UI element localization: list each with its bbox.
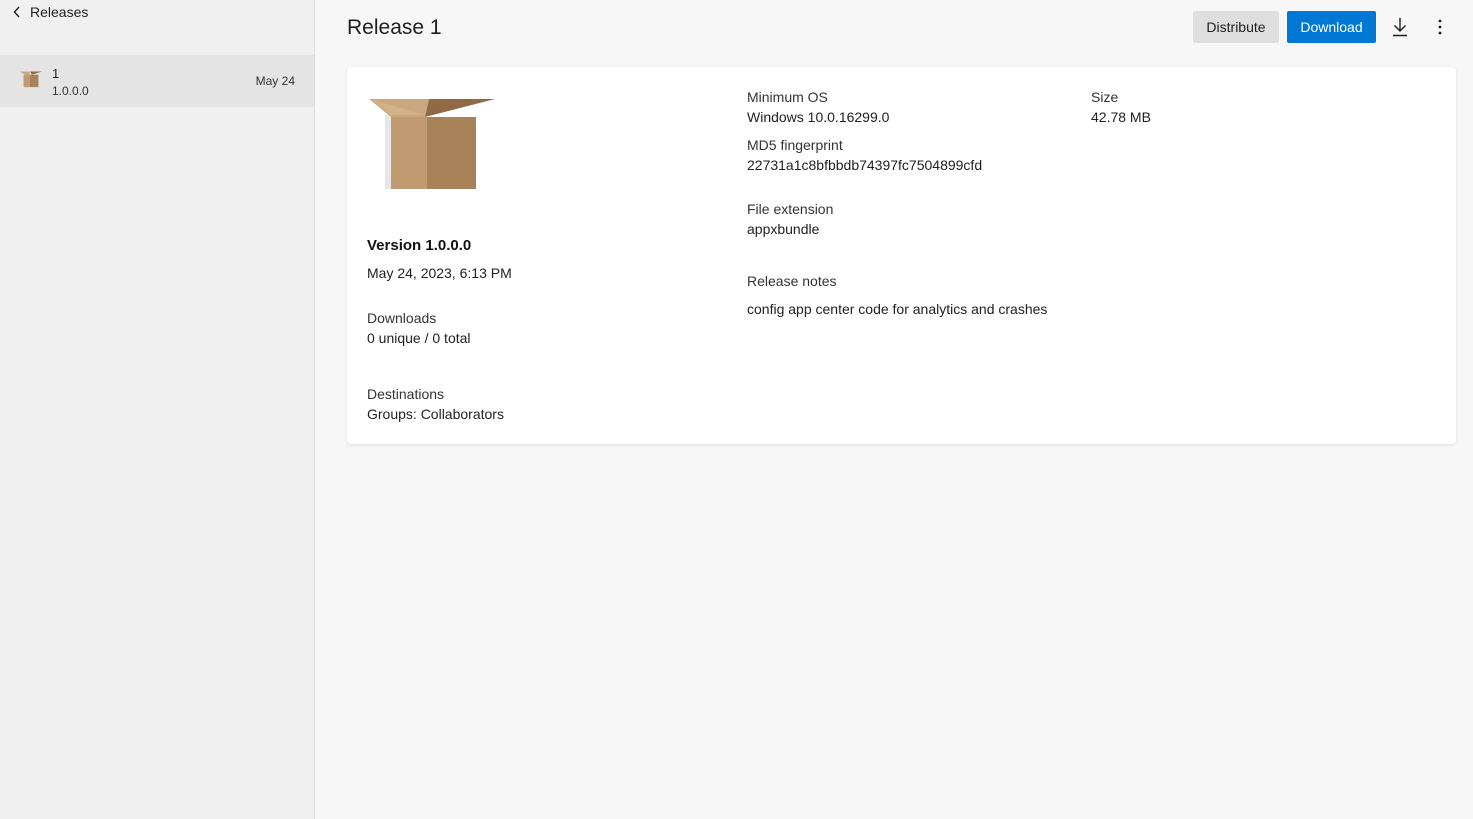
md5-label: MD5 fingerprint <box>747 137 843 153</box>
download-button[interactable]: Download <box>1287 11 1376 43</box>
minimum-os-value: Windows 10.0.16299.0 <box>747 109 890 125</box>
file-extension-value: appxbundle <box>747 221 820 237</box>
release-notes-label: Release notes <box>747 273 837 289</box>
chevron-left-icon <box>13 6 20 18</box>
back-link-label: Releases <box>30 4 89 20</box>
version-title: Version 1.0.0.0 <box>367 237 472 254</box>
release-item-version: 1.0.0.0 <box>52 84 89 98</box>
package-icon <box>20 71 42 88</box>
back-to-releases-link[interactable]: Releases <box>12 3 88 21</box>
release-notes-value: config app center code for analytics and… <box>747 301 1048 317</box>
size-label: Size <box>1091 89 1119 105</box>
distribute-button[interactable]: Distribute <box>1193 11 1279 43</box>
releases-sidebar: Releases 1 1.0.0.0 May 24 <box>0 0 315 819</box>
size-value: 42.78 MB <box>1091 109 1151 125</box>
download-icon[interactable] <box>1388 15 1412 39</box>
downloads-value: 0 unique / 0 total <box>367 330 471 346</box>
release-item-date: May 24 <box>255 74 295 88</box>
md5-value: 22731a1c8bfbbdb74397fc7504899cfd <box>747 157 983 173</box>
package-icon <box>369 99 495 189</box>
release-list-item[interactable]: 1 1.0.0.0 May 24 <box>0 55 314 107</box>
file-extension-label: File extension <box>747 201 834 217</box>
downloads-label: Downloads <box>367 310 437 326</box>
release-details-card: Version 1.0.0.0 May 24, 2023, 6:13 PM Do… <box>347 67 1456 444</box>
more-options-icon[interactable] <box>1428 15 1452 39</box>
release-date: May 24, 2023, 6:13 PM <box>367 265 512 281</box>
destinations-value: Groups: Collaborators <box>367 406 504 422</box>
release-item-name: 1 <box>52 66 60 81</box>
destinations-label: Destinations <box>367 386 445 402</box>
minimum-os-label: Minimum OS <box>747 89 828 105</box>
page-title: Release 1 <box>347 16 442 39</box>
